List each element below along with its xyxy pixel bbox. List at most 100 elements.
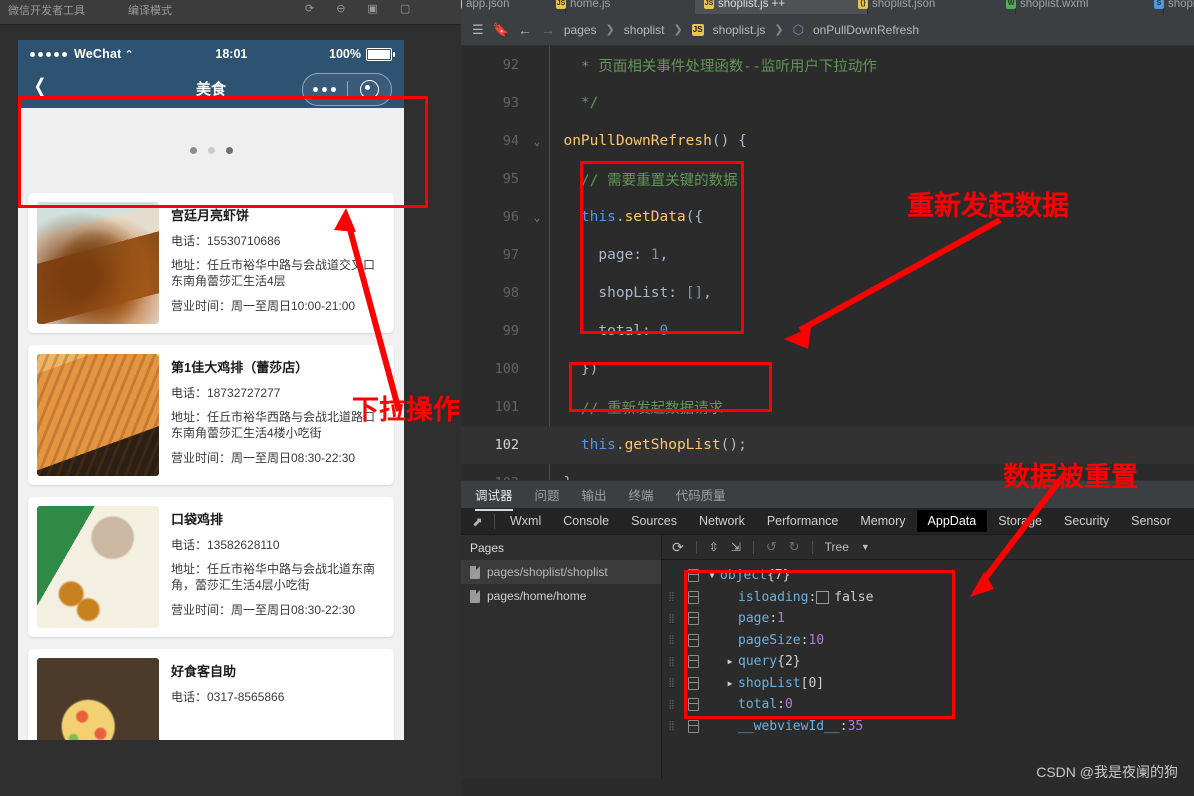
page-row[interactable]: pages/home/home [461,584,661,608]
redo-icon[interactable]: ↻ [789,539,800,555]
shop-card[interactable]: 好食客自助 电话：0317-8565866 [28,649,394,740]
appdata-key: isloading [738,589,809,605]
hamburger-icon[interactable]: ☰ [472,22,484,38]
undo-icon[interactable]: ↺ [766,539,777,555]
devtools-tab[interactable]: Sensor [1120,510,1182,532]
checkbox-icon[interactable] [816,590,830,604]
appdata-tree-row[interactable]: ⣿ pageSize : 10 [662,630,1194,652]
simulator-toolbar-icons[interactable]: ⟳⊖▣▢ [305,2,432,15]
node-box-icon [682,698,704,712]
wifi-icon: ⌃ [124,48,134,61]
appdata-tree-row[interactable]: ⣿ ▶ shopList [0] [662,673,1194,695]
line-number: 100 [494,361,519,377]
tool-window-tab[interactable]: 代码质量 [676,481,726,508]
code-line[interactable]: 93 */ [461,84,1194,122]
watermark: CSDN @我是夜阑的狗 [1036,764,1178,780]
appdata-tree-row[interactable]: ⣿ __webviewId__ : 35 [662,716,1194,738]
simulator-tab-0[interactable]: 微信开发者工具 [8,2,85,18]
drag-grip-icon: ⣿ [668,613,676,624]
shop-thumbnail [37,202,159,324]
appdata-tree-row[interactable]: ⣿ isloading : false [662,587,1194,609]
code-line[interactable]: 99 total: 0 [461,312,1194,350]
devtools-tabbar: ⬈ Wxml Console Sources Network Performance Me… [461,508,1194,535]
devtools-tab[interactable]: Sources [620,510,688,532]
tool-window-tab[interactable]: 问题 [535,481,560,508]
fold-toggle-icon[interactable]: ⌄ [528,135,546,148]
appdata-tree-row[interactable]: ⣿ total : 0 [662,694,1194,716]
devtools-tab[interactable]: Memory [849,510,916,532]
appdata-tree-row[interactable]: ▼ object {7} [662,565,1194,587]
js-file-icon: JS [691,23,704,36]
shop-card[interactable]: 口袋鸡排 电话：13582628110 地址：任丘市裕华中路与会战北道东南角，蕾莎汇… [28,497,394,637]
breadcrumb-item-1[interactable]: shoplist [624,23,665,37]
appdata-tree[interactable]: ▼ object {7} ⣿ isloading : false ⣿ page : 1 ⣿ pa… [662,560,1194,737]
editor-tab-label: shoplist.wxml [1020,0,1089,10]
code-editor[interactable]: 92 * 页面相关事件处理函数--监听用户下拉动作 93 */94 ⌄ onPull… [461,46,1194,480]
arrow-right-icon[interactable]: → [541,22,555,38]
appdata-sep: : [808,589,817,605]
wxss-icon: S [1154,0,1164,9]
collapse-all-icon[interactable]: ⇲ [731,540,741,554]
shop-card[interactable]: 宫廷月亮虾饼 电话：15530710686 地址：任丘市裕华中路与会战道交叉口东南角… [28,193,394,333]
wechat-capsule[interactable] [302,73,392,106]
tree-toggle-icon[interactable]: ▼ [704,571,720,580]
editor-tab[interactable]: Sshoplis [1145,0,1194,14]
code-line[interactable]: 100 }) [461,350,1194,388]
pages-pane: Pages pages/shoplist/shoplist pages/home/… [461,535,662,779]
devtools-tab[interactable]: AppData [916,510,988,532]
shop-list[interactable]: 宫廷月亮虾饼 电话：15530710686 地址：任丘市裕华中路与会战道交叉口东南角… [18,193,404,740]
devtools-tab[interactable]: Security [1053,510,1120,532]
chevron-left-icon[interactable]: ❮ [34,77,47,96]
devtools-tab[interactable]: Performance [756,510,850,532]
code-text: shopList: [], [598,285,712,301]
shop-card[interactable]: 第1佳大鸡排（蕾莎店） 电话：18732727277 地址：任丘市裕华西路与会战北道… [28,345,394,485]
page-row[interactable]: pages/shoplist/shoplist [461,560,661,584]
shop-address: 地址：任丘市裕华中路与会战道交叉口东南角蕾莎汇生活4层 [171,258,376,289]
appdata-tree-row[interactable]: ⣿ ▶ query {2} [662,651,1194,673]
pages-pane-title: Pages [470,541,505,555]
view-mode-label[interactable]: Tree [825,540,849,554]
editor-tab[interactable]: Wshoplist.wxml [997,0,1164,14]
code-line[interactable]: 96 ⌄ this.setData({ [461,198,1194,236]
target-icon[interactable] [348,80,392,99]
devtools-tab[interactable]: Console [552,510,620,532]
code-text: onPullDownRefresh() { [563,133,747,149]
tool-window-tab[interactable]: 输出 [582,481,607,508]
code-line[interactable]: 92 * 页面相关事件处理函数--监听用户下拉动作 [461,46,1194,84]
breadcrumb-item-0[interactable]: pages [564,23,597,37]
shop-thumbnail [37,506,159,628]
more-dots-icon[interactable] [303,87,347,92]
drag-grip-icon: ⣿ [668,656,676,667]
code-line[interactable]: 95 // 需要重置关键的数据 [461,160,1194,198]
chevron-down-icon[interactable]: ▼ [861,542,870,552]
editor-tab[interactable]: JS shoplist.js ++ [695,0,868,14]
editor-tab[interactable]: {} shoplist.json [849,0,1016,14]
code-line[interactable]: 94 ⌄ onPullDownRefresh() { [461,122,1194,160]
code-line[interactable]: 101 // 重新发起数据请求 [461,388,1194,426]
breadcrumb-item-2[interactable]: shoplist.js [713,23,766,37]
appdata-key: query [738,654,778,670]
simulator-tab-1[interactable]: 编译模式 [128,2,172,18]
appdata-key: page [738,611,770,627]
devtools-tab[interactable]: Storage [987,510,1053,532]
code-line[interactable]: 98 shopList: [], [461,274,1194,312]
devtools-tab[interactable]: Wxml [499,510,552,532]
fold-toggle-icon[interactable]: ⌄ [528,211,546,224]
element-picker-icon[interactable]: ⬈ [461,514,494,529]
code-line[interactable]: 97 page: 1, [461,236,1194,274]
refresh-icon[interactable]: ⟳ [672,539,684,556]
appdata-tree-row[interactable]: ⣿ page : 1 [662,608,1194,630]
phone-status-bar: WeChat ⌃ 18:01 100% [18,40,404,68]
tool-window-tab[interactable]: 调试器 [475,481,513,511]
expand-all-icon[interactable]: ⇳ [709,540,719,554]
devtools-tab[interactable]: Network [688,510,756,532]
code-text: // 需要重置关键的数据 [580,172,738,189]
arrow-left-icon[interactable]: ← [518,22,532,38]
tree-toggle-icon[interactable]: ▶ [722,657,738,666]
breadcrumb-item-3[interactable]: onPullDownRefresh [813,23,919,37]
editor-tab[interactable]: JS home.js [547,0,714,14]
line-number: 102 [494,437,519,453]
bookmark-icon[interactable]: 🔖 [493,22,509,38]
tree-toggle-icon[interactable]: ▶ [722,679,738,688]
tool-window-tab[interactable]: 终端 [629,481,654,508]
